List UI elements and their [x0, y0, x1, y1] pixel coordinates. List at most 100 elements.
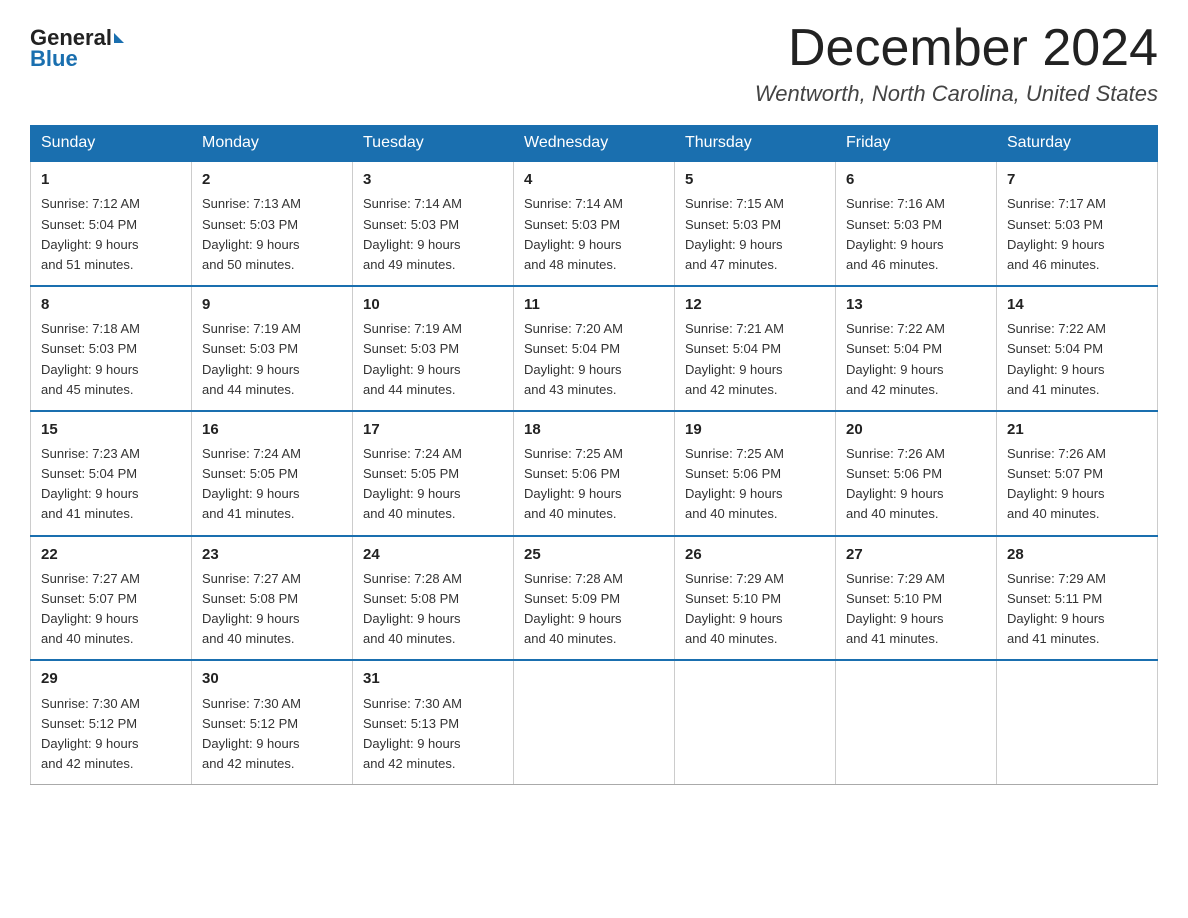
calendar-cell	[675, 660, 836, 784]
calendar-cell: 27 Sunrise: 7:29 AMSunset: 5:10 PMDaylig…	[836, 536, 997, 661]
calendar-cell: 19 Sunrise: 7:25 AMSunset: 5:06 PMDaylig…	[675, 411, 836, 536]
calendar-cell: 28 Sunrise: 7:29 AMSunset: 5:11 PMDaylig…	[997, 536, 1158, 661]
calendar-cell: 1 Sunrise: 7:12 AMSunset: 5:04 PMDayligh…	[31, 161, 192, 286]
page-header: General Blue December 2024 Wentworth, No…	[30, 20, 1158, 107]
day-number: 2	[202, 168, 342, 191]
calendar-cell: 9 Sunrise: 7:19 AMSunset: 5:03 PMDayligh…	[192, 286, 353, 411]
day-info: Sunrise: 7:26 AMSunset: 5:06 PMDaylight:…	[846, 446, 945, 521]
logo-arrow-icon	[114, 33, 124, 43]
day-info: Sunrise: 7:18 AMSunset: 5:03 PMDaylight:…	[41, 321, 140, 396]
calendar-cell: 8 Sunrise: 7:18 AMSunset: 5:03 PMDayligh…	[31, 286, 192, 411]
day-number: 11	[524, 293, 664, 316]
day-info: Sunrise: 7:20 AMSunset: 5:04 PMDaylight:…	[524, 321, 623, 396]
day-info: Sunrise: 7:19 AMSunset: 5:03 PMDaylight:…	[363, 321, 462, 396]
calendar-cell: 6 Sunrise: 7:16 AMSunset: 5:03 PMDayligh…	[836, 161, 997, 286]
day-info: Sunrise: 7:13 AMSunset: 5:03 PMDaylight:…	[202, 196, 301, 271]
day-info: Sunrise: 7:30 AMSunset: 5:13 PMDaylight:…	[363, 696, 462, 771]
calendar-cell: 24 Sunrise: 7:28 AMSunset: 5:08 PMDaylig…	[353, 536, 514, 661]
calendar-cell: 3 Sunrise: 7:14 AMSunset: 5:03 PMDayligh…	[353, 161, 514, 286]
col-header-monday: Monday	[192, 126, 353, 162]
calendar-table: SundayMondayTuesdayWednesdayThursdayFrid…	[30, 125, 1158, 785]
col-header-tuesday: Tuesday	[353, 126, 514, 162]
day-number: 26	[685, 543, 825, 566]
day-info: Sunrise: 7:22 AMSunset: 5:04 PMDaylight:…	[846, 321, 945, 396]
calendar-header-row: SundayMondayTuesdayWednesdayThursdayFrid…	[31, 126, 1158, 162]
calendar-cell: 14 Sunrise: 7:22 AMSunset: 5:04 PMDaylig…	[997, 286, 1158, 411]
calendar-cell: 2 Sunrise: 7:13 AMSunset: 5:03 PMDayligh…	[192, 161, 353, 286]
day-info: Sunrise: 7:23 AMSunset: 5:04 PMDaylight:…	[41, 446, 140, 521]
day-number: 5	[685, 168, 825, 191]
day-info: Sunrise: 7:17 AMSunset: 5:03 PMDaylight:…	[1007, 196, 1106, 271]
day-number: 28	[1007, 543, 1147, 566]
calendar-cell: 22 Sunrise: 7:27 AMSunset: 5:07 PMDaylig…	[31, 536, 192, 661]
day-info: Sunrise: 7:27 AMSunset: 5:08 PMDaylight:…	[202, 571, 301, 646]
day-number: 20	[846, 418, 986, 441]
col-header-sunday: Sunday	[31, 126, 192, 162]
col-header-wednesday: Wednesday	[514, 126, 675, 162]
day-number: 8	[41, 293, 181, 316]
calendar-cell: 10 Sunrise: 7:19 AMSunset: 5:03 PMDaylig…	[353, 286, 514, 411]
day-info: Sunrise: 7:22 AMSunset: 5:04 PMDaylight:…	[1007, 321, 1106, 396]
day-number: 17	[363, 418, 503, 441]
day-info: Sunrise: 7:19 AMSunset: 5:03 PMDaylight:…	[202, 321, 301, 396]
day-info: Sunrise: 7:28 AMSunset: 5:08 PMDaylight:…	[363, 571, 462, 646]
day-number: 21	[1007, 418, 1147, 441]
calendar-cell	[997, 660, 1158, 784]
calendar-cell: 30 Sunrise: 7:30 AMSunset: 5:12 PMDaylig…	[192, 660, 353, 784]
calendar-cell: 17 Sunrise: 7:24 AMSunset: 5:05 PMDaylig…	[353, 411, 514, 536]
calendar-cell: 11 Sunrise: 7:20 AMSunset: 5:04 PMDaylig…	[514, 286, 675, 411]
day-info: Sunrise: 7:29 AMSunset: 5:10 PMDaylight:…	[846, 571, 945, 646]
title-block: December 2024 Wentworth, North Carolina,…	[755, 20, 1158, 107]
day-number: 1	[41, 168, 181, 191]
col-header-friday: Friday	[836, 126, 997, 162]
calendar-cell	[514, 660, 675, 784]
day-info: Sunrise: 7:27 AMSunset: 5:07 PMDaylight:…	[41, 571, 140, 646]
calendar-cell: 18 Sunrise: 7:25 AMSunset: 5:06 PMDaylig…	[514, 411, 675, 536]
col-header-saturday: Saturday	[997, 126, 1158, 162]
logo-blue: Blue	[30, 46, 78, 71]
calendar-cell: 13 Sunrise: 7:22 AMSunset: 5:04 PMDaylig…	[836, 286, 997, 411]
day-info: Sunrise: 7:28 AMSunset: 5:09 PMDaylight:…	[524, 571, 623, 646]
calendar-cell: 25 Sunrise: 7:28 AMSunset: 5:09 PMDaylig…	[514, 536, 675, 661]
day-info: Sunrise: 7:21 AMSunset: 5:04 PMDaylight:…	[685, 321, 784, 396]
day-number: 24	[363, 543, 503, 566]
day-info: Sunrise: 7:26 AMSunset: 5:07 PMDaylight:…	[1007, 446, 1106, 521]
day-info: Sunrise: 7:29 AMSunset: 5:10 PMDaylight:…	[685, 571, 784, 646]
day-number: 6	[846, 168, 986, 191]
calendar-week-row: 29 Sunrise: 7:30 AMSunset: 5:12 PMDaylig…	[31, 660, 1158, 784]
day-number: 12	[685, 293, 825, 316]
calendar-cell: 20 Sunrise: 7:26 AMSunset: 5:06 PMDaylig…	[836, 411, 997, 536]
day-number: 3	[363, 168, 503, 191]
day-info: Sunrise: 7:25 AMSunset: 5:06 PMDaylight:…	[524, 446, 623, 521]
calendar-cell: 15 Sunrise: 7:23 AMSunset: 5:04 PMDaylig…	[31, 411, 192, 536]
calendar-cell: 16 Sunrise: 7:24 AMSunset: 5:05 PMDaylig…	[192, 411, 353, 536]
calendar-cell: 29 Sunrise: 7:30 AMSunset: 5:12 PMDaylig…	[31, 660, 192, 784]
calendar-week-row: 1 Sunrise: 7:12 AMSunset: 5:04 PMDayligh…	[31, 161, 1158, 286]
day-info: Sunrise: 7:12 AMSunset: 5:04 PMDaylight:…	[41, 196, 140, 271]
calendar-cell: 7 Sunrise: 7:17 AMSunset: 5:03 PMDayligh…	[997, 161, 1158, 286]
day-number: 25	[524, 543, 664, 566]
day-number: 4	[524, 168, 664, 191]
calendar-cell: 31 Sunrise: 7:30 AMSunset: 5:13 PMDaylig…	[353, 660, 514, 784]
day-number: 23	[202, 543, 342, 566]
day-info: Sunrise: 7:16 AMSunset: 5:03 PMDaylight:…	[846, 196, 945, 271]
day-number: 15	[41, 418, 181, 441]
day-info: Sunrise: 7:24 AMSunset: 5:05 PMDaylight:…	[202, 446, 301, 521]
day-number: 27	[846, 543, 986, 566]
calendar-cell: 5 Sunrise: 7:15 AMSunset: 5:03 PMDayligh…	[675, 161, 836, 286]
calendar-week-row: 8 Sunrise: 7:18 AMSunset: 5:03 PMDayligh…	[31, 286, 1158, 411]
day-number: 18	[524, 418, 664, 441]
calendar-week-row: 15 Sunrise: 7:23 AMSunset: 5:04 PMDaylig…	[31, 411, 1158, 536]
day-info: Sunrise: 7:14 AMSunset: 5:03 PMDaylight:…	[363, 196, 462, 271]
logo: General Blue	[30, 20, 126, 72]
location-title: Wentworth, North Carolina, United States	[755, 81, 1158, 107]
day-number: 13	[846, 293, 986, 316]
calendar-week-row: 22 Sunrise: 7:27 AMSunset: 5:07 PMDaylig…	[31, 536, 1158, 661]
day-info: Sunrise: 7:15 AMSunset: 5:03 PMDaylight:…	[685, 196, 784, 271]
day-number: 9	[202, 293, 342, 316]
day-number: 19	[685, 418, 825, 441]
day-number: 10	[363, 293, 503, 316]
day-number: 30	[202, 667, 342, 690]
day-number: 31	[363, 667, 503, 690]
day-number: 16	[202, 418, 342, 441]
